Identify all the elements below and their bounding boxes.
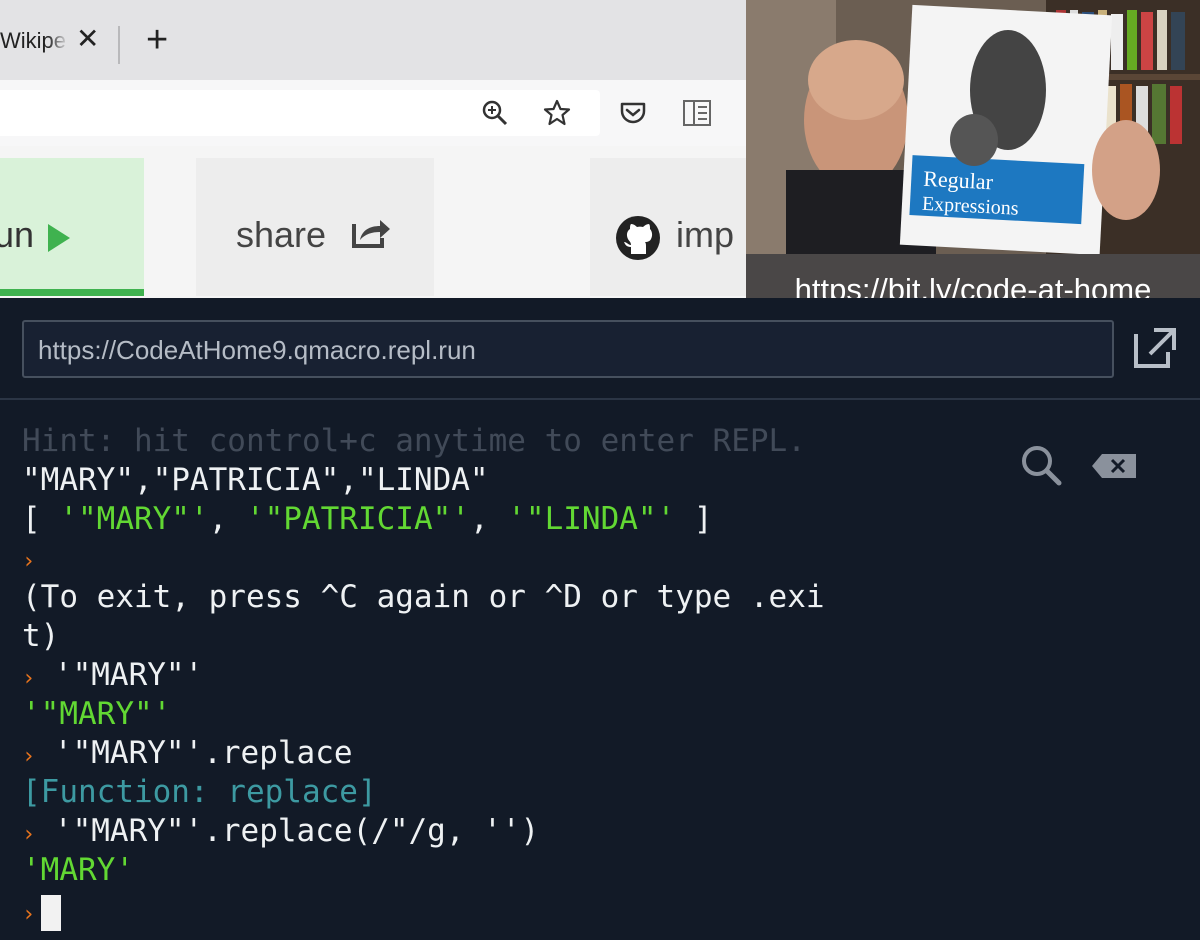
command-text: '"MARY"' [35, 657, 204, 693]
text-cursor [41, 894, 62, 931]
clear-console-icon[interactable] [1090, 452, 1138, 480]
reader-view-icon[interactable] [682, 98, 712, 128]
import-label: imp [676, 214, 735, 255]
repl-url-field[interactable]: https://CodeAtHome9.qmacro.repl.run [22, 320, 1114, 378]
output-line: '"MARY"' [22, 696, 172, 732]
svg-text:Regular: Regular [923, 166, 995, 195]
output-line: 'MARY' [22, 852, 134, 888]
play-icon [48, 224, 70, 252]
output-line: (To exit, press ^C again or ^D or type .… [22, 579, 825, 615]
output-line: "MARY","PATRICIA","LINDA" [22, 462, 489, 498]
zoom-icon[interactable] [480, 98, 510, 128]
prompt-icon: › [22, 822, 36, 847]
repl-url-text: https://CodeAtHome9.qmacro.repl.run [38, 335, 476, 365]
tab-divider [118, 26, 120, 64]
command-text: '"MARY"'.replace [35, 735, 353, 771]
array-close: ] [675, 501, 713, 537]
string-value: '"LINDA"' [507, 501, 676, 537]
input-line: › '"MARY"' [22, 656, 203, 698]
address-bar[interactable] [0, 90, 600, 136]
prompt-icon: › [22, 902, 36, 927]
import-from-github-button[interactable]: imp [590, 158, 750, 296]
command-text: '"MARY"'.replace(/"/g, '') [35, 813, 540, 849]
share-button[interactable]: share [196, 158, 434, 296]
tab-title: Wikipe [0, 28, 67, 53]
bookmark-star-icon[interactable] [542, 98, 572, 128]
github-icon [616, 216, 660, 260]
array-open: [ [22, 501, 60, 537]
string-value: '"MARY"' [59, 501, 209, 537]
webcam-video-image: Regular Expressions [746, 0, 1200, 254]
share-icon [352, 220, 390, 248]
input-line: › '"MARY"'.replace [22, 734, 353, 776]
search-icon[interactable] [1020, 444, 1062, 486]
open-in-new-tab-icon[interactable] [1132, 326, 1178, 370]
prompt-icon: › [22, 549, 36, 574]
active-prompt-line[interactable]: › [22, 892, 62, 934]
run-label: un [0, 214, 35, 255]
pocket-icon[interactable] [618, 98, 648, 128]
run-button[interactable]: un [0, 158, 144, 296]
tab-close-icon[interactable]: ✕ [76, 24, 99, 54]
output-line: [Function: replace] [22, 774, 377, 810]
browser-tab[interactable]: Wikipe ✕ [0, 0, 118, 80]
prompt-icon: › [22, 744, 36, 769]
webcam-overlay: Regular Expressions https://bit.ly/code-… [746, 0, 1200, 326]
prompt-line: › [22, 539, 35, 581]
separator: , [208, 501, 246, 537]
repl-terminal[interactable]: Hint: hit control+c anytime to enter REP… [0, 400, 1200, 940]
string-value: '"PATRICIA"' [245, 501, 470, 537]
new-tab-icon[interactable]: + [146, 20, 168, 60]
console-header: https://CodeAtHome9.qmacro.repl.run [0, 298, 1200, 400]
separator: , [469, 501, 508, 537]
hint-line: Hint: hit control+c anytime to enter REP… [22, 423, 806, 459]
share-label: share [236, 214, 327, 255]
input-line: › '"MARY"'.replace(/"/g, '') [22, 812, 539, 854]
array-output-line: [ '"MARY"', '"PATRICIA"', '"LINDA"' ] [22, 500, 713, 538]
prompt-icon: › [22, 666, 36, 691]
run-active-indicator [0, 289, 144, 296]
output-line: t) [22, 618, 60, 654]
